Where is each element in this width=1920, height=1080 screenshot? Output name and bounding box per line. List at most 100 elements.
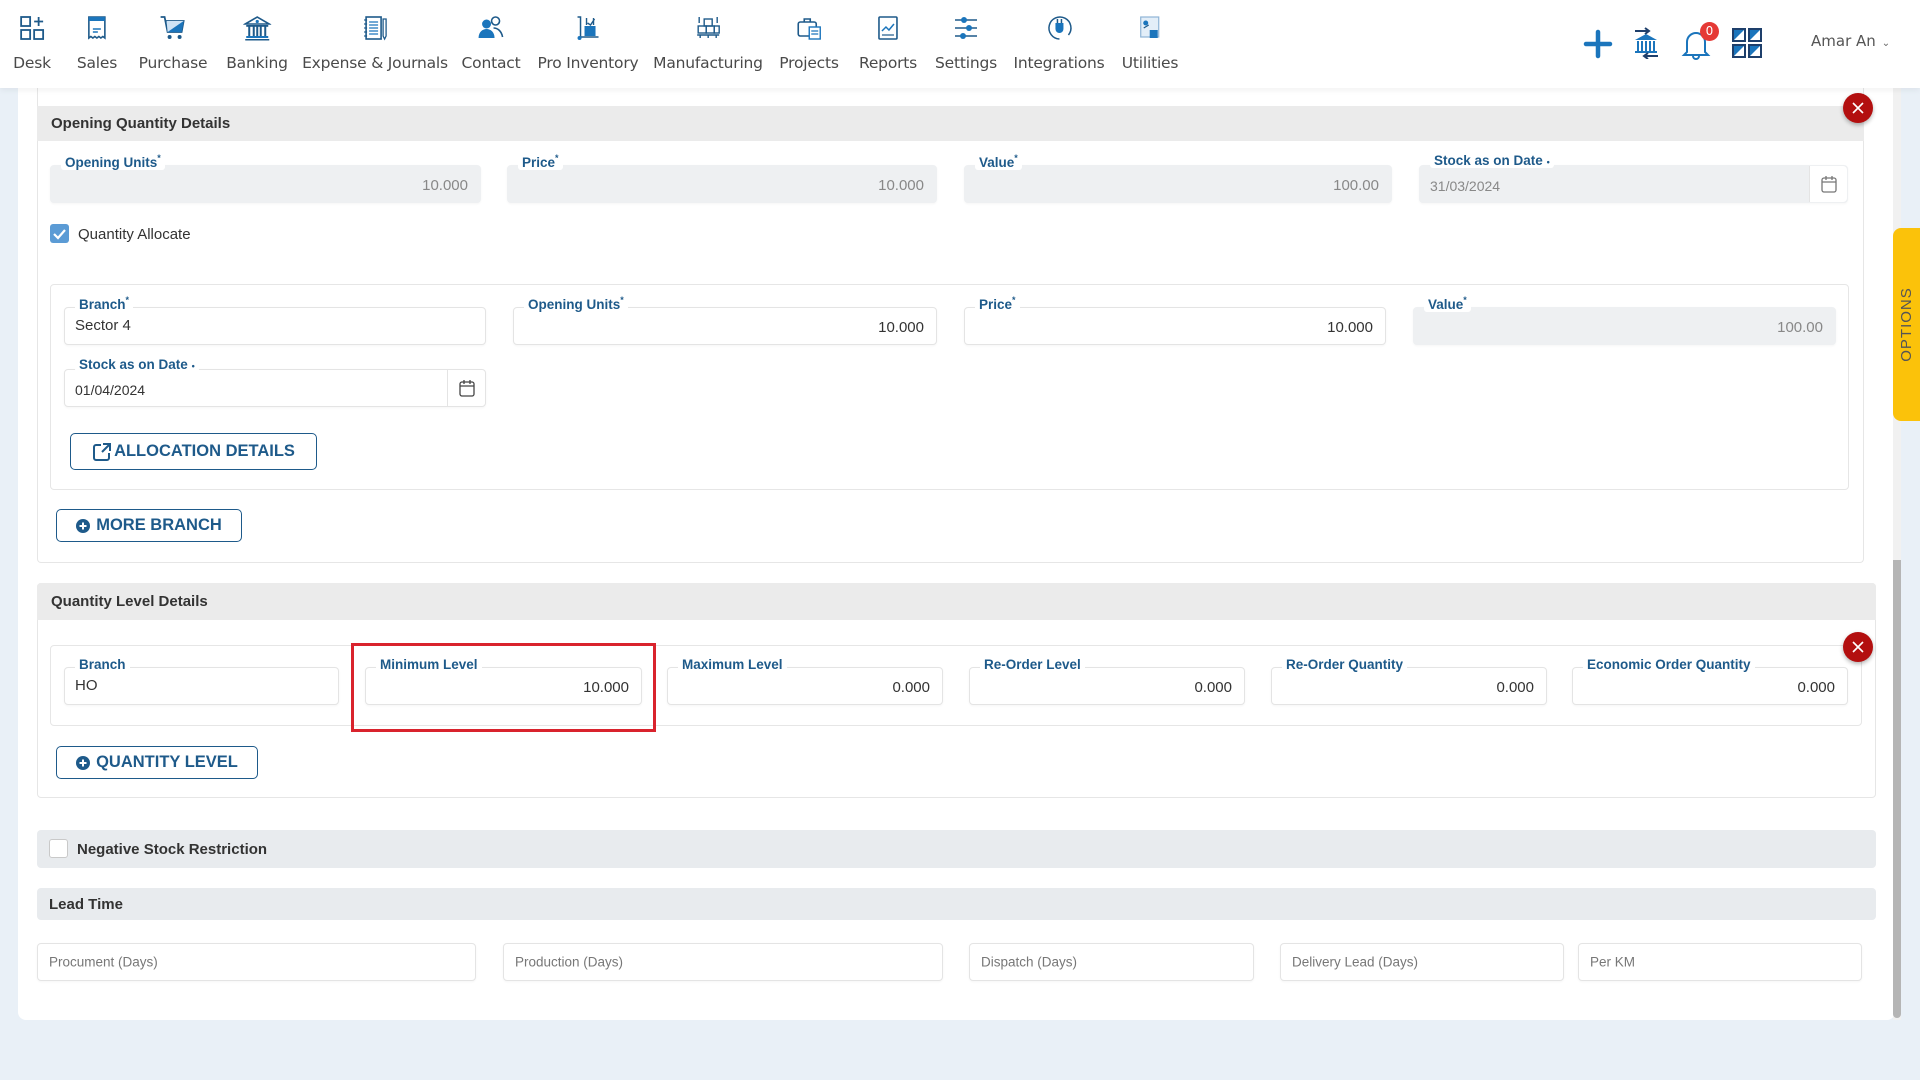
economic-order-quantity-value: 0.000 xyxy=(1797,679,1835,696)
negative-stock-checkbox[interactable] xyxy=(49,839,68,858)
negative-stock-label: Negative Stock Restriction xyxy=(77,840,268,858)
section-title: Lead Time xyxy=(49,895,123,913)
close-icon xyxy=(1852,641,1864,653)
section-title: Opening Quantity Details xyxy=(51,115,231,132)
nav-label: Sales xyxy=(76,54,118,72)
scrollbar-thumb[interactable] xyxy=(1893,560,1901,1018)
dispatch-days-input[interactable]: Dispatch (Days) xyxy=(969,943,1254,981)
section-title: Quantity Level Details xyxy=(51,593,208,610)
required-mark: * xyxy=(157,153,161,163)
required-mark: * xyxy=(1012,295,1016,305)
reorder-level-value: 0.000 xyxy=(1194,679,1232,696)
nav-reports[interactable]: Reports xyxy=(859,14,917,78)
sales-receipt-icon xyxy=(88,16,106,40)
nav-banking[interactable]: Banking xyxy=(226,14,288,78)
external-link-icon xyxy=(93,442,112,461)
maximum-level-field[interactable]: Maximum Level 0.000 xyxy=(667,657,943,705)
calendar-icon xyxy=(458,380,475,397)
opening-units-field: Opening Units* 10.000 xyxy=(50,153,481,203)
remove-quantity-level-button[interactable] xyxy=(1843,632,1873,662)
nav-label: Manufacturing xyxy=(653,54,763,72)
chevron-down-icon: ⌄ xyxy=(1881,38,1891,49)
nav-integrations[interactable]: Integrations xyxy=(1013,14,1105,78)
check-icon xyxy=(53,229,66,240)
calendar-icon xyxy=(1820,176,1837,193)
branch-value: Sector 4 xyxy=(75,317,131,334)
allocation-details-button[interactable]: ALLOCATION DETAILS xyxy=(70,433,317,470)
production-days-input[interactable]: Production (Days) xyxy=(503,943,943,981)
required-mark: * xyxy=(1463,295,1467,305)
app-grid-icon[interactable] xyxy=(1732,28,1763,59)
reorder-level-field[interactable]: Re-Order Level 0.000 xyxy=(969,657,1245,705)
manufacturing-icon xyxy=(696,17,720,38)
user-menu[interactable]: Amar An ⌄ xyxy=(1811,32,1890,50)
nav-utilities[interactable]: Utilities xyxy=(1122,14,1178,78)
opening-units-value: 10.000 xyxy=(422,177,468,194)
button-label: MORE BRANCH xyxy=(96,516,222,534)
add-quantity-level-button[interactable]: QUANTITY LEVEL xyxy=(56,746,258,779)
branch-stock-date-value: 01/04/2024 xyxy=(75,382,146,398)
required-mark: * xyxy=(555,153,559,163)
field-label: Value xyxy=(1428,297,1464,312)
field-label: Re-Order Level xyxy=(980,657,1085,672)
placeholder: Production (Days) xyxy=(515,954,624,970)
add-icon[interactable] xyxy=(1583,29,1613,59)
bank-transfer-icon[interactable] xyxy=(1631,27,1661,59)
quantity-allocate-label: Quantity Allocate xyxy=(78,226,191,243)
date-picker-button[interactable] xyxy=(447,370,485,406)
economic-order-quantity-field[interactable]: Economic Order Quantity 0.000 xyxy=(1572,657,1848,705)
placeholder: Delivery Lead (Days) xyxy=(1292,954,1419,970)
inventory-trolley-icon xyxy=(577,16,599,40)
contacts-icon xyxy=(479,16,504,38)
reorder-quantity-value: 0.000 xyxy=(1496,679,1534,696)
branch-opening-units-field[interactable]: Opening Units* 10.000 xyxy=(513,295,937,345)
ql-branch-field[interactable]: Branch HO xyxy=(64,657,339,705)
bank-icon xyxy=(242,16,271,41)
date-picker-button[interactable] xyxy=(1809,166,1847,202)
notifications-button[interactable]: 0 xyxy=(1681,22,1719,60)
nav-settings[interactable]: Settings xyxy=(935,14,997,78)
nav-manufacturing[interactable]: Manufacturing xyxy=(653,14,763,78)
branch-field[interactable]: Branch* Sector 4 xyxy=(64,295,486,345)
nav-projects[interactable]: Projects xyxy=(779,14,839,78)
nav-label: Settings xyxy=(935,54,997,72)
options-tab[interactable]: OPTIONS xyxy=(1893,228,1920,421)
nav-label: Reports xyxy=(858,54,918,72)
nav-pro-inventory[interactable]: Pro Inventory xyxy=(538,14,639,78)
nav-purchase[interactable]: Purchase xyxy=(139,14,208,78)
price-field: Price* 10.000 xyxy=(507,153,937,203)
nav-label: Integrations xyxy=(1013,54,1105,72)
branch-price-value: 10.000 xyxy=(1327,319,1373,336)
nav-sales[interactable]: Sales xyxy=(77,14,117,78)
ql-branch-value: HO xyxy=(75,677,98,694)
branch-stock-date-field[interactable]: Stock as on Date • 01/04/2024 xyxy=(64,357,486,407)
plus-circle-icon xyxy=(76,518,91,533)
field-label: Re-Order Quantity xyxy=(1282,657,1408,672)
close-icon xyxy=(1852,102,1864,114)
nav-label: Projects xyxy=(779,54,839,72)
per-km-input[interactable]: Per KM xyxy=(1578,943,1862,981)
field-label: Stock as on Date xyxy=(79,357,188,372)
user-name: Amar An xyxy=(1811,32,1876,50)
briefcase-icon xyxy=(797,18,821,40)
more-branch-button[interactable]: MORE BRANCH xyxy=(56,509,242,542)
branch-value-value: 100.00 xyxy=(1777,319,1823,336)
quantity-allocate-checkbox[interactable] xyxy=(50,224,69,243)
required-mark: * xyxy=(1014,153,1018,163)
field-label: Stock as on Date xyxy=(1434,153,1543,168)
stock-date-field: Stock as on Date • 31/03/2024 xyxy=(1419,153,1848,203)
required-mark: • xyxy=(191,361,195,371)
nav-desk[interactable]: Desk xyxy=(13,14,51,78)
procurement-days-input[interactable]: Procument (Days) xyxy=(37,943,476,981)
price-value: 10.000 xyxy=(878,177,924,194)
delivery-lead-days-input[interactable]: Delivery Lead (Days) xyxy=(1280,943,1564,981)
desk-icon xyxy=(20,16,44,40)
reorder-quantity-field[interactable]: Re-Order Quantity 0.000 xyxy=(1271,657,1547,705)
nav-contact[interactable]: Contact xyxy=(462,14,521,78)
field-label: Opening Units xyxy=(65,155,158,170)
remove-opening-quantity-button[interactable] xyxy=(1843,93,1873,123)
opening-quantity-header: Opening Quantity Details xyxy=(37,106,1864,141)
branch-price-field[interactable]: Price* 10.000 xyxy=(964,295,1386,345)
nav-expense-journals[interactable]: Expense & Journals xyxy=(302,14,448,78)
field-label: Value xyxy=(979,155,1015,170)
